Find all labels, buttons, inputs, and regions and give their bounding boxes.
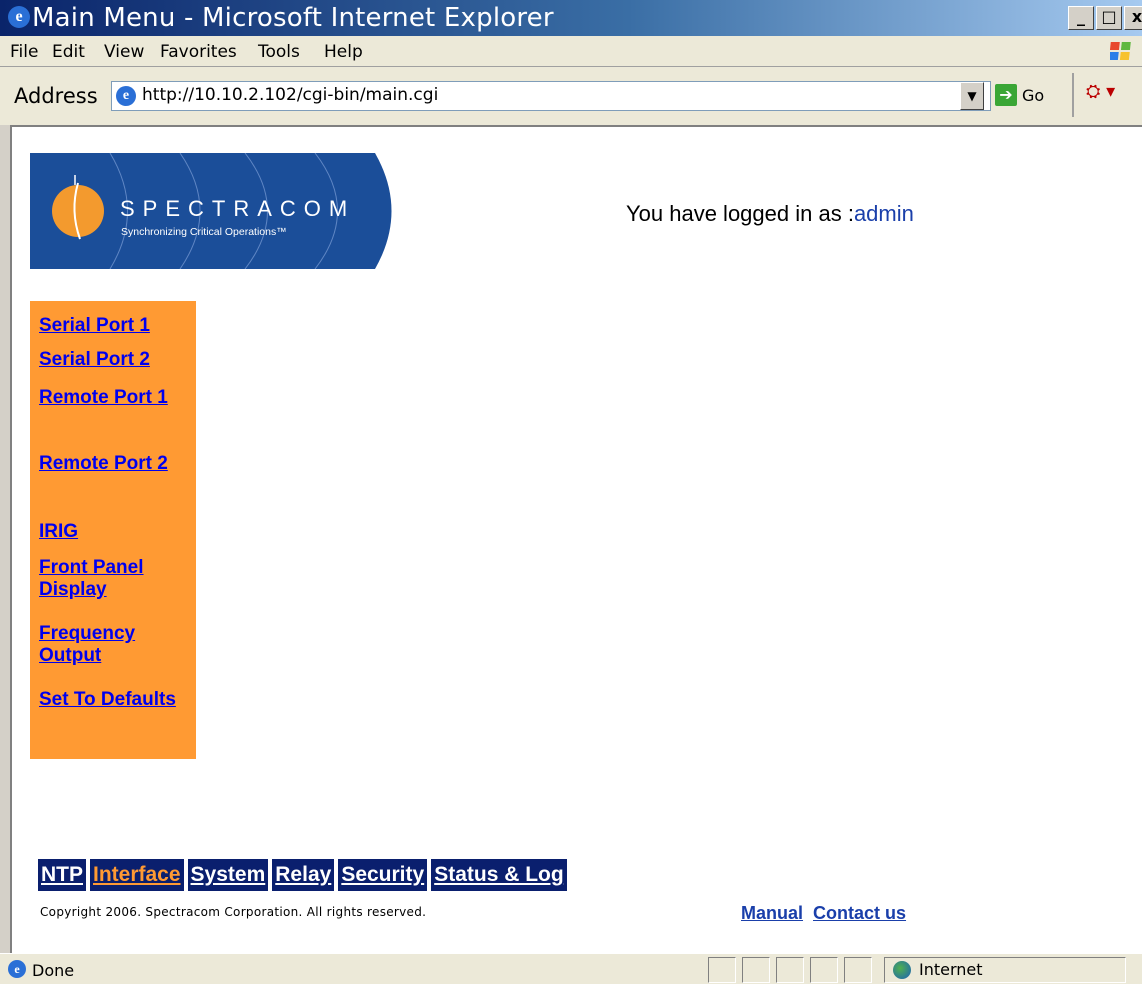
nav-remote-port-1[interactable]: Remote Port 1: [39, 387, 191, 409]
tab-status-log[interactable]: Status & Log: [431, 859, 567, 891]
nav-front-panel-display[interactable]: Front Panel Display: [39, 557, 191, 601]
contact-link[interactable]: Contact us: [813, 903, 906, 924]
page-status-icon: e: [8, 960, 26, 978]
page-icon: e: [116, 86, 136, 106]
address-input[interactable]: [142, 84, 942, 106]
pdf-tool-icon[interactable]: ⛭ ▾: [1086, 81, 1115, 102]
security-zone: Internet: [884, 957, 1126, 983]
side-navigation: Serial Port 1 Serial Port 2 Remote Port …: [30, 301, 196, 759]
menu-tools[interactable]: Tools: [258, 42, 300, 62]
tab-security[interactable]: Security: [338, 859, 428, 891]
address-label: Address: [14, 84, 98, 108]
status-pane: [810, 957, 838, 983]
maximize-button[interactable]: □: [1096, 6, 1122, 30]
manual-link[interactable]: Manual: [741, 903, 803, 924]
menu-file[interactable]: File: [10, 42, 38, 62]
tab-ntp[interactable]: NTP: [38, 859, 86, 891]
address-dropdown-icon[interactable]: ▼: [960, 82, 984, 110]
logo-brand: SPECTRACOM: [120, 196, 355, 221]
nav-remote-port-2[interactable]: Remote Port 2: [39, 453, 191, 475]
toolbar-separator: [1072, 73, 1074, 117]
status-pane: [776, 957, 804, 983]
address-field[interactable]: e: [111, 81, 991, 111]
window-title: Main Menu - Microsoft Internet Explorer: [32, 3, 554, 33]
nav-frequency-output[interactable]: Frequency Output: [39, 623, 191, 667]
tab-relay[interactable]: Relay: [272, 859, 335, 891]
nav-set-to-defaults[interactable]: Set To Defaults: [39, 689, 191, 711]
go-arrow-icon: ➔: [995, 84, 1017, 106]
main-tabs: NTP Interface System Relay Security Stat…: [38, 859, 567, 891]
title-bar: e Main Menu - Microsoft Internet Explore…: [0, 0, 1142, 36]
menu-bar: File Edit View Favorites Tools Help: [0, 36, 1142, 67]
status-bar: e Done Internet: [0, 953, 1142, 984]
status-pane: [844, 957, 872, 983]
window-left-edge: [0, 125, 12, 953]
tab-interface[interactable]: Interface: [90, 859, 184, 891]
minimize-button[interactable]: _: [1068, 6, 1094, 30]
nav-serial-port-2[interactable]: Serial Port 2: [39, 349, 191, 371]
nav-irig[interactable]: IRIG: [39, 521, 191, 543]
nav-serial-port-1[interactable]: Serial Port 1: [39, 315, 191, 337]
login-status: You have logged in as :admin: [626, 201, 914, 226]
menu-favorites[interactable]: Favorites: [160, 42, 237, 62]
page-content: SPECTRACOM Synchronizing Critical Operat…: [12, 127, 1142, 953]
close-button[interactable]: x: [1124, 6, 1142, 30]
footer-links: Manual Contact us: [741, 903, 906, 924]
internet-globe-icon: [893, 961, 911, 979]
logo-tagline: Synchronizing Critical Operations™: [121, 226, 287, 238]
login-user: admin: [853, 201, 914, 226]
status-pane: [708, 957, 736, 983]
address-bar: Address e ▼ ➔ Go ⛭ ▾: [0, 67, 1142, 127]
status-pane: [742, 957, 770, 983]
tab-system[interactable]: System: [187, 859, 269, 891]
spectracom-logo: SPECTRACOM Synchronizing Critical Operat…: [30, 153, 392, 269]
copyright-text: Copyright 2006. Spectracom Corporation. …: [40, 905, 427, 919]
status-text: Done: [32, 961, 75, 980]
go-button[interactable]: ➔ Go: [995, 82, 1044, 108]
menu-help[interactable]: Help: [324, 42, 363, 62]
zone-text: Internet: [919, 960, 983, 979]
menu-edit[interactable]: Edit: [52, 42, 85, 62]
windows-logo-icon: [1110, 42, 1131, 60]
menu-view[interactable]: View: [104, 42, 144, 62]
ie-logo-icon: e: [8, 6, 30, 28]
